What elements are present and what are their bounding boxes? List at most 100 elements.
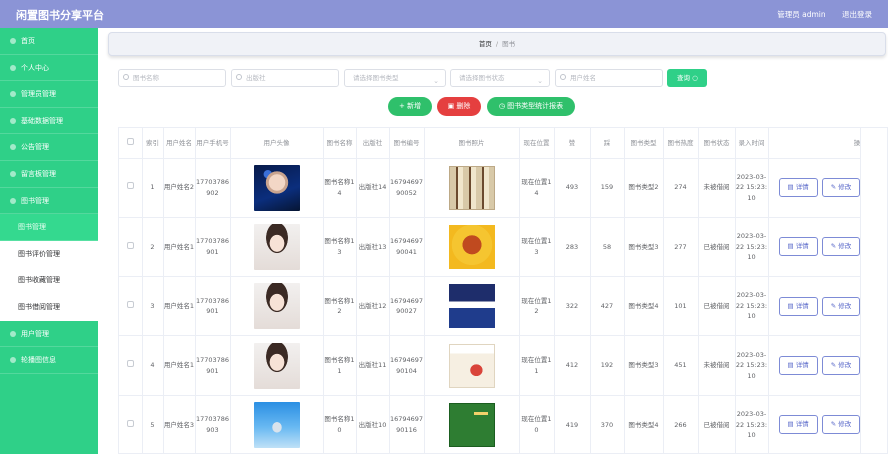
location-cell: 现在位置12 — [519, 276, 555, 337]
sidebar-item-profile[interactable]: 个人中心 — [0, 55, 98, 82]
like-count-cell: 419 — [554, 395, 591, 453]
created-time-cell: 2023-03-22 15:23:10 — [735, 335, 769, 396]
sidebar-item-label: 留言板管理 — [21, 169, 56, 178]
edit-button[interactable]: ✎ 修改 — [821, 356, 861, 376]
select-all-checkbox[interactable] — [126, 137, 134, 145]
search-button-label: 查询 — [677, 74, 690, 82]
sidebar-subitem-book-favorite[interactable]: 图书收藏管理 — [0, 267, 98, 294]
user-avatar-image — [253, 401, 300, 448]
book-photo-cell — [424, 335, 520, 396]
book-name-placeholder: 图书名称 — [133, 74, 159, 82]
book-number-cell: 1679469790116 — [389, 395, 425, 453]
detail-button-label: 详情 — [795, 183, 809, 192]
document-icon: ▤ — [787, 301, 796, 310]
header-right: 管理员 admin 退出登录 — [763, 9, 872, 20]
app-title: 闲置图书分享平台 — [16, 9, 104, 22]
detail-button[interactable]: ▤ 详情 — [778, 237, 818, 257]
top-header: 闲置图书分享平台 管理员 admin 退出登录 — [0, 0, 888, 28]
type-stats-report-button[interactable]: ◷ 图书类型统计报表 — [487, 97, 575, 116]
table-row: 4 用户姓名1 17703786901 图书名称11 出版社11 167946979010… — [119, 335, 862, 396]
search-button[interactable]: 查询 ○ — [667, 69, 707, 87]
detail-button[interactable]: ▤ 详情 — [778, 178, 818, 198]
status-cell: 未被借阅 — [698, 158, 736, 218]
row-checkbox[interactable] — [126, 300, 134, 308]
column-header: 用户姓名 — [163, 128, 196, 159]
document-icon: ▤ — [787, 420, 796, 429]
search-icon — [123, 74, 129, 80]
column-header: 图书热度 — [663, 128, 699, 159]
column-header: 操 — [768, 128, 862, 159]
heat-cell: 266 — [663, 395, 699, 453]
sidebar-item-label: 基础数据管理 — [21, 116, 63, 125]
sidebar-item-notice[interactable]: 公告管理 — [0, 134, 98, 161]
add-button[interactable]: + 新增 — [388, 97, 432, 116]
publisher-cell: 出版社10 — [356, 395, 390, 453]
sidebar-item-admin[interactable]: 管理员管理 — [0, 81, 98, 108]
row-select-cell — [119, 158, 143, 218]
phone-cell: 17703786903 — [195, 395, 231, 453]
message-icon — [10, 170, 16, 177]
phone-cell: 17703786901 — [195, 217, 231, 278]
book-photo-image — [448, 343, 495, 388]
row-checkbox[interactable] — [126, 241, 134, 249]
operations-cell: ▤ 详情 ✎ 修改 — [768, 395, 862, 453]
book-type-cell: 图书类型3 — [624, 217, 664, 278]
main-content: 首页 / 图书 图书名称 出版社 请选择图书类型 ⌄ 请选择图书状态 ⌄ 用户姓名 查询… — [98, 28, 888, 454]
index-cell: 3 — [142, 276, 164, 337]
sidebar-item-home[interactable]: 首页 — [0, 28, 98, 55]
sidebar-subitem-book-manage[interactable]: 图书管理 — [0, 214, 98, 241]
dislike-count-cell: 159 — [590, 158, 625, 218]
column-header: 图书照片 — [424, 128, 520, 159]
avatar-cell — [230, 335, 324, 396]
edit-button-label: 修改 — [838, 361, 852, 370]
publisher-cell: 出版社12 — [356, 276, 390, 337]
publisher-search-input[interactable]: 出版社 — [231, 69, 339, 87]
phone-cell: 17703786901 — [195, 335, 231, 396]
breadcrumb-home[interactable]: 首页 — [479, 40, 492, 48]
book-photo-image — [448, 402, 495, 447]
edit-button[interactable]: ✎ 修改 — [821, 415, 861, 435]
edit-button-label: 修改 — [838, 183, 852, 192]
status-cell: 已被借阅 — [698, 395, 736, 453]
detail-button-label: 详情 — [795, 361, 809, 370]
detail-button-label: 详情 — [795, 242, 809, 251]
sidebar-item-label: 图书管理 — [21, 196, 49, 205]
edit-button[interactable]: ✎ 修改 — [821, 178, 861, 198]
detail-button[interactable]: ▤ 详情 — [778, 356, 818, 376]
book-name-cell: 图书名称11 — [323, 335, 357, 396]
heat-cell: 451 — [663, 335, 699, 396]
search-icon — [560, 74, 566, 80]
edit-button[interactable]: ✎ 修改 — [821, 296, 861, 316]
delete-button[interactable]: ▣ 删除 — [437, 97, 481, 116]
column-header: 图书编号 — [389, 128, 425, 159]
row-checkbox[interactable] — [126, 360, 134, 368]
row-checkbox[interactable] — [126, 182, 134, 190]
sidebar-item-label: 公告管理 — [21, 143, 49, 152]
book-name-search-input[interactable]: 图书名称 — [118, 69, 226, 87]
sidebar-item-label: 首页 — [21, 37, 35, 45]
avatar-cell — [230, 217, 324, 278]
sidebar-item-label: 图书评价管理 — [18, 249, 60, 258]
detail-button[interactable]: ▤ 详情 — [778, 415, 818, 435]
sidebar-item-books[interactable]: 图书管理 — [0, 188, 98, 215]
sidebar-subitem-book-borrow[interactable]: 图书借阅管理 — [0, 293, 98, 321]
book-type-cell: 图书类型4 — [624, 276, 664, 337]
row-checkbox[interactable] — [126, 419, 134, 427]
user-name-search-input[interactable]: 用户姓名 — [555, 69, 663, 87]
column-header: 用户手机号 — [195, 128, 231, 159]
sidebar-item-basic-data[interactable]: 基础数据管理 — [0, 108, 98, 135]
location-cell: 现在位置10 — [519, 395, 555, 453]
book-type-select[interactable]: 请选择图书类型 ⌄ — [344, 69, 446, 87]
sidebar-item-users[interactable]: 用户管理 — [0, 321, 98, 348]
logout-link[interactable]: 退出登录 — [842, 10, 872, 19]
sidebar-subitem-book-review[interactable]: 图书评价管理 — [0, 240, 98, 268]
book-photo-cell — [424, 276, 520, 337]
sidebar-item-message-board[interactable]: 留言板管理 — [0, 161, 98, 188]
table-row: 5 用户姓名3 17703786903 图书名称10 出版社10 167946979011… — [119, 395, 862, 453]
sidebar-item-label: 图书借阅管理 — [18, 302, 60, 311]
edit-button[interactable]: ✎ 修改 — [821, 237, 861, 257]
sidebar-item-carousel[interactable]: 轮播图信息 — [0, 347, 98, 374]
data-icon — [10, 117, 16, 124]
book-status-select[interactable]: 请选择图书状态 ⌄ — [450, 69, 550, 87]
detail-button[interactable]: ▤ 详情 — [778, 296, 818, 316]
